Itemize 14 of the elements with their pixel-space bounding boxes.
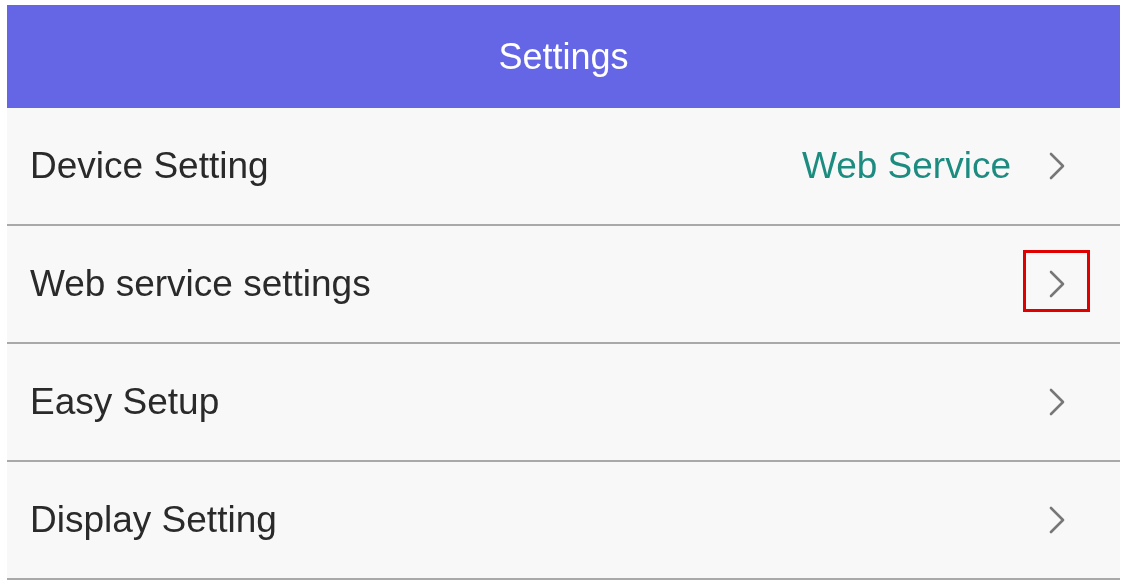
chevron-right-icon xyxy=(1049,270,1065,298)
chevron-right-icon xyxy=(1049,388,1065,416)
setting-value: Web Service xyxy=(801,145,1011,187)
setting-label: Easy Setup xyxy=(30,381,221,423)
chevron-right-icon xyxy=(1049,152,1065,180)
chevron-right-icon xyxy=(1049,506,1065,534)
setting-label: Web service settings xyxy=(30,263,372,305)
setting-label: Display Setting xyxy=(30,499,278,541)
settings-row[interactable]: Web service settings xyxy=(7,226,1120,344)
setting-label: Device Setting xyxy=(30,145,270,187)
screen-title: Settings xyxy=(498,35,629,78)
settings-row[interactable]: Easy Setup xyxy=(7,344,1120,462)
settings-row[interactable]: Display Setting xyxy=(7,462,1120,580)
settings-row[interactable]: Device Setting Web Service xyxy=(7,108,1120,226)
